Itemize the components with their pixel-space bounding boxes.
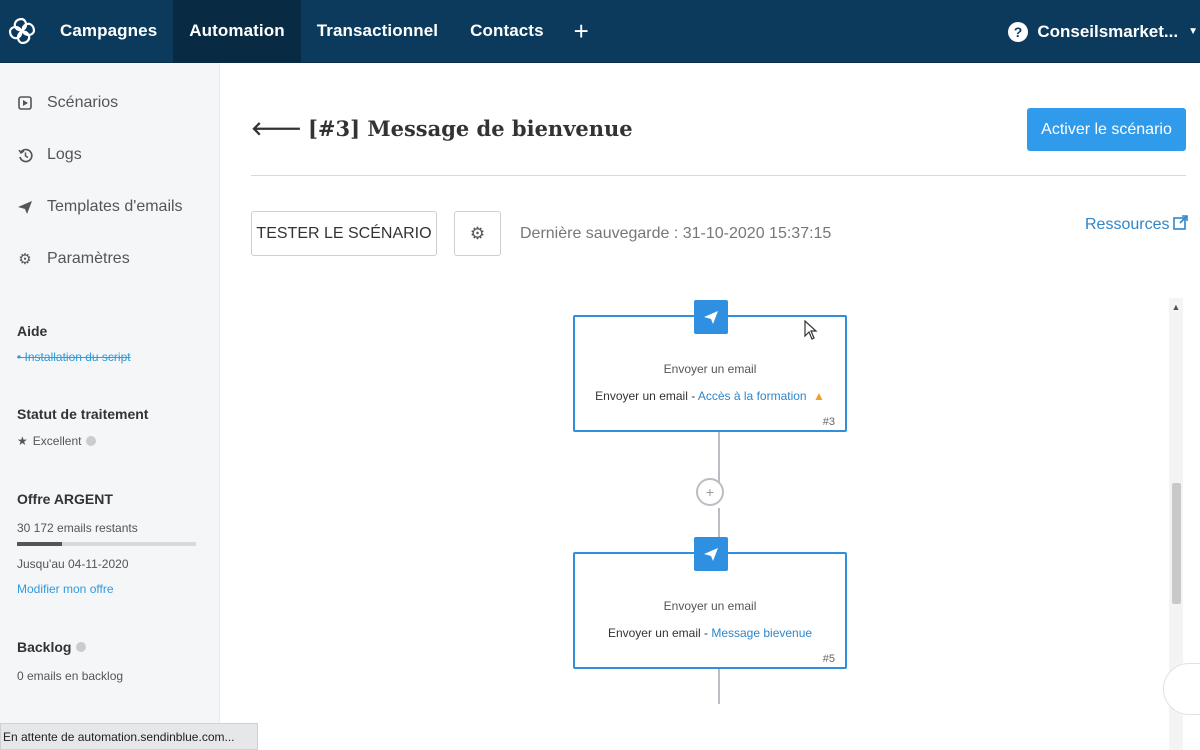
help-icon[interactable]: ? (1008, 22, 1028, 42)
node-email-link[interactable]: Accès à la formation (698, 389, 807, 403)
emails-remaining: 30 172 emails restants (17, 521, 138, 535)
offre-title: Offre ARGENT (17, 491, 113, 507)
node-number: #5 (822, 653, 835, 665)
browser-status-bar: En attente de automation.sendinblue.com.… (0, 723, 258, 750)
sidebar-item-label: Logs (47, 146, 82, 163)
statut-value: ★ Excellent (17, 434, 219, 448)
sidebar-item-scenarios[interactable]: Scénarios (0, 77, 219, 129)
main-content: 🡐 [#3] Message de bienvenue Activer le s… (221, 63, 1200, 750)
nav-contacts[interactable]: Contacts (454, 0, 560, 63)
node-title: Envoyer un email (663, 362, 757, 376)
install-script-link[interactable]: • Installation du script (17, 350, 219, 364)
add-step-button[interactable]: + (696, 478, 724, 506)
aide-title: Aide (17, 323, 48, 339)
backlog-value: 0 emails en backlog (17, 669, 124, 683)
sidebar-item-label: Templates d'emails (47, 198, 183, 215)
sidebar-item-logs[interactable]: Logs (0, 129, 219, 181)
aide-section: Aide • Installation du script (0, 323, 219, 364)
workflow-node-5[interactable]: Envoyer un email Envoyer un email - Mess… (573, 537, 847, 669)
node-title: Envoyer un email (663, 599, 757, 613)
resources-link[interactable]: Ressources (1085, 215, 1189, 235)
page-title: 🡐 [#3] Message de bienvenue (251, 116, 633, 141)
statut-section: Statut de traitement ★ Excellent (0, 406, 219, 448)
paper-plane-icon (694, 537, 728, 571)
gear-icon: ⚙ (469, 223, 486, 243)
account-menu[interactable]: Conseilsmarket... ▼ (1037, 0, 1200, 63)
node-description: Envoyer un email - Accès à la formation … (595, 389, 825, 403)
settings-button[interactable]: ⚙ (454, 211, 501, 256)
paper-plane-icon (16, 200, 34, 215)
history-icon (16, 148, 34, 163)
sidebar-item-parametres[interactable]: ⚙ Paramètres (0, 233, 219, 285)
play-square-icon (16, 96, 34, 110)
last-saved-text: Dernière sauvegarde : 31-10-2020 15:37:1… (520, 225, 832, 242)
sidebar: Scénarios Logs Templates d'emails ⚙ Para… (0, 63, 220, 750)
account-name: Conseilsmarket... (1037, 21, 1179, 41)
statut-title: Statut de traitement (17, 406, 149, 422)
quota-progress-bar (17, 542, 196, 546)
add-nav-icon[interactable]: + (560, 0, 603, 63)
offre-until: Jusqu'au 04-11-2020 (17, 557, 129, 571)
top-nav: Campagnes Automation Transactionnel Cont… (0, 0, 1200, 63)
node-email-link[interactable]: Message bievenue (711, 626, 812, 640)
activate-scenario-button[interactable]: Activer le scénario (1027, 108, 1186, 151)
info-icon[interactable] (86, 436, 97, 446)
sidebar-item-label: Scénarios (47, 94, 119, 111)
caret-down-icon: ▼ (1188, 26, 1198, 37)
backlog-section: Backlog 0 emails en backlog (0, 639, 219, 683)
sidebar-item-templates[interactable]: Templates d'emails (0, 181, 219, 233)
mouse-cursor-icon (804, 319, 818, 345)
backlog-title: Backlog (17, 639, 219, 655)
offre-section: Offre ARGENT 30 172 emails restants Jusq… (0, 491, 219, 596)
back-arrow-icon[interactable]: 🡐 (251, 117, 302, 140)
scroll-thumb[interactable] (1172, 483, 1181, 604)
nav-transactionnel[interactable]: Transactionnel (301, 0, 454, 63)
test-scenario-button[interactable]: TESTER LE SCÉNARIO (251, 211, 437, 256)
scroll-up-icon[interactable]: ▲ (1171, 302, 1181, 312)
star-icon: ★ (17, 434, 28, 448)
node-description: Envoyer un email - Message bievenue (607, 626, 813, 640)
brand-logo-icon[interactable] (0, 0, 44, 63)
info-icon[interactable] (76, 642, 87, 652)
header-divider (251, 175, 1186, 176)
gear-icon: ⚙ (18, 251, 32, 268)
connector-line (718, 669, 720, 704)
quota-progress-fill (17, 542, 62, 546)
external-link-icon (1173, 215, 1189, 235)
node-number: #3 (822, 416, 835, 428)
paper-plane-icon (694, 300, 728, 334)
modify-offer-link[interactable]: Modifier mon offre (17, 582, 219, 596)
nav-campagnes[interactable]: Campagnes (44, 0, 173, 63)
sidebar-item-label: Paramètres (47, 250, 130, 267)
warning-icon: ▲ (812, 389, 825, 403)
nav-automation[interactable]: Automation (173, 0, 301, 63)
